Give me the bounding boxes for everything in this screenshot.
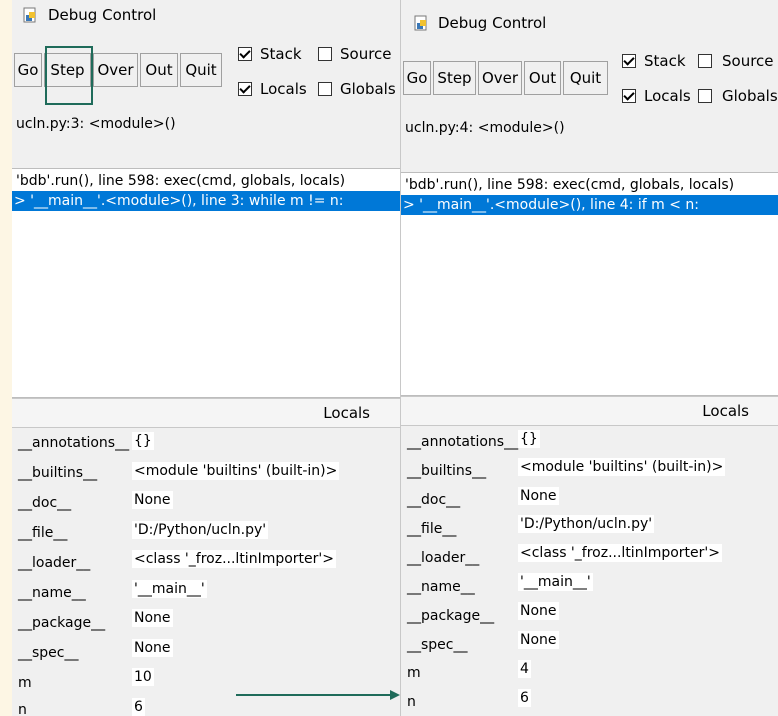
var-name: __doc__ <box>407 492 461 508</box>
go-button[interactable]: Go <box>14 53 42 87</box>
window-title: Debug Control <box>438 14 547 32</box>
var-name: __annotations__ <box>18 435 130 451</box>
locals-header: Locals <box>401 396 778 426</box>
go-button[interactable]: Go <box>403 61 431 95</box>
var-name: __file__ <box>18 525 68 541</box>
var-value: <module 'builtins' (built-in)> <box>518 458 726 476</box>
out-button[interactable]: Out <box>524 61 561 95</box>
step-highlight-box <box>45 46 93 105</box>
var-value: {} <box>132 432 154 450</box>
locals-title: Locals <box>323 404 370 422</box>
stack-viewer: 'bdb'.run(), line 598: exec(cmd, globals… <box>12 168 400 398</box>
var-name: __doc__ <box>18 495 72 511</box>
status-line: ucln.py:3: <module>() <box>16 116 176 132</box>
var-name: m <box>18 675 32 691</box>
var-value: 6 <box>518 689 531 707</box>
var-value: None <box>518 631 559 649</box>
stack-frame[interactable]: 'bdb'.run(), line 598: exec(cmd, globals… <box>14 171 400 191</box>
var-name: __spec__ <box>18 645 79 661</box>
var-name: n <box>18 702 27 716</box>
locals-title: Locals <box>702 402 749 420</box>
debug-control-window-before: Debug Control Go Step Over Out Quit Stac… <box>12 0 400 716</box>
var-name: n <box>407 694 416 710</box>
var-name: __spec__ <box>407 637 468 653</box>
step-button[interactable]: Step <box>433 61 476 95</box>
var-value: None <box>132 639 173 657</box>
locals-checkbox[interactable] <box>622 89 636 103</box>
python-idle-icon <box>23 7 36 23</box>
globals-checkbox-label: Globals <box>340 80 396 98</box>
var-value: {} <box>518 430 540 448</box>
var-value: <module 'builtins' (built-in)> <box>132 462 340 480</box>
window-title: Debug Control <box>48 6 157 24</box>
stack-checkbox[interactable] <box>622 54 636 68</box>
stack-frame-selected[interactable]: > '__main__'.<module>(), line 3: while m… <box>12 191 400 211</box>
var-value: <class '_froz...ltinImporter'> <box>518 544 722 562</box>
quit-button[interactable]: Quit <box>563 61 608 95</box>
stack-frame[interactable]: 'bdb'.run(), line 598: exec(cmd, globals… <box>403 175 778 195</box>
locals-checkbox-label: Locals <box>260 80 307 98</box>
var-value: 'D:/Python/ucln.py' <box>518 515 655 533</box>
var-value: 10 <box>132 668 154 686</box>
source-checkbox-label: Source <box>340 45 392 63</box>
var-name: __name__ <box>407 579 475 595</box>
stack-checkbox-label: Stack <box>260 45 302 63</box>
var-name: __builtins__ <box>407 463 487 479</box>
over-button[interactable]: Over <box>93 53 138 87</box>
globals-checkbox[interactable] <box>698 89 712 103</box>
var-value: <class '_froz...ltinImporter'> <box>132 550 336 568</box>
var-name: __annotations__ <box>407 434 519 450</box>
title-bar: Debug Control <box>12 0 400 30</box>
debug-control-window-after: Debug Control Go Step Over Out Quit Stac… <box>400 0 778 716</box>
over-button[interactable]: Over <box>478 61 522 95</box>
var-name: __builtins__ <box>18 465 98 481</box>
var-name: __package__ <box>407 608 495 624</box>
var-name: __file__ <box>407 521 457 537</box>
var-name: __loader__ <box>407 550 480 566</box>
out-button[interactable]: Out <box>140 53 178 87</box>
var-value: None <box>132 491 173 509</box>
annotation-arrow <box>236 690 400 700</box>
var-name: __loader__ <box>18 555 91 571</box>
source-checkbox[interactable] <box>698 54 712 68</box>
source-checkbox[interactable] <box>318 47 332 61</box>
stack-viewer: 'bdb'.run(), line 598: exec(cmd, globals… <box>401 172 778 396</box>
var-value: None <box>518 602 559 620</box>
var-value: None <box>518 487 559 505</box>
var-name: __package__ <box>18 615 106 631</box>
stack-checkbox-label: Stack <box>644 52 686 70</box>
locals-checkbox[interactable] <box>238 82 252 96</box>
var-value: 6 <box>132 698 145 716</box>
status-line: ucln.py:4: <module>() <box>405 120 565 136</box>
var-value: None <box>132 609 173 627</box>
source-checkbox-label: Source <box>722 52 774 70</box>
var-name: m <box>407 665 421 681</box>
python-idle-icon <box>414 15 427 31</box>
stack-checkbox[interactable] <box>238 47 252 61</box>
quit-button[interactable]: Quit <box>180 53 222 87</box>
title-bar: Debug Control <box>401 0 778 32</box>
var-value: 4 <box>518 660 531 678</box>
locals-checkbox-label: Locals <box>644 87 691 105</box>
var-value: '__main__' <box>132 580 207 598</box>
globals-checkbox-label: Globals <box>722 87 778 105</box>
locals-header: Locals <box>12 398 400 428</box>
var-name: __name__ <box>18 585 86 601</box>
background-strip <box>0 0 12 716</box>
var-value: '__main__' <box>518 573 593 591</box>
globals-checkbox[interactable] <box>318 82 332 96</box>
stack-frame-selected[interactable]: > '__main__'.<module>(), line 4: if m < … <box>401 195 778 215</box>
var-value: 'D:/Python/ucln.py' <box>132 521 269 539</box>
